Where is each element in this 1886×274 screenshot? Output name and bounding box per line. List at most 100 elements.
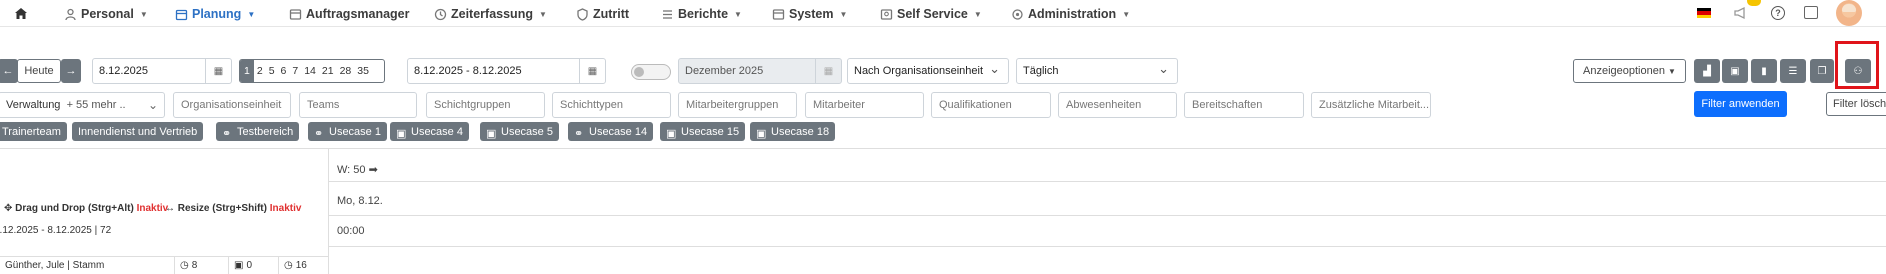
chevron-down-icon: ▼ — [973, 9, 982, 19]
nav-label: System — [789, 7, 834, 21]
calendar-icon[interactable]: ▦ — [579, 59, 605, 83]
filter-bereitschaften[interactable]: Bereitschaften — [1184, 92, 1304, 118]
copy-icon: ❐ — [1817, 65, 1827, 77]
filter-mitarbeitergruppen[interactable]: Mitarbeitergruppen — [678, 92, 797, 118]
tag-innendienst[interactable]: Innendienst und Vertrieb — [72, 122, 204, 141]
employee-hours: ◷ 8 — [175, 257, 229, 274]
more-label: + 55 mehr .. — [66, 99, 126, 111]
tag-label: Usecase 14 — [589, 125, 648, 138]
filter-abwesenheiten[interactable]: Abwesenheiten — [1058, 92, 1177, 118]
date-input[interactable]: 8.12.2025 ▦ — [92, 58, 232, 84]
chevron-down-icon: ▼ — [1122, 9, 1131, 19]
filter-organisationseinheit[interactable]: Organisationseinheit — [173, 92, 291, 118]
help-icon[interactable]: ? — [1771, 6, 1785, 20]
drag-state: Inaktiv — [136, 203, 169, 214]
employee-count: ▣ 0 — [229, 257, 279, 274]
resize-state: Inaktiv — [269, 203, 302, 214]
filter-qualifikationen[interactable]: Qualifikationen — [931, 92, 1051, 118]
filter-schichttypen[interactable]: Schichttypen — [552, 92, 671, 118]
nav-administration[interactable]: Administration ▼ — [1011, 6, 1130, 22]
display-options-button[interactable]: Anzeigeoptionen ▼ — [1573, 59, 1686, 83]
period-input[interactable]: 8.12.2025 - 8.12.2025 ▦ — [407, 58, 606, 84]
time-label: 00:00 — [337, 225, 365, 237]
hours-value: 8 — [191, 260, 198, 271]
today-button[interactable]: Heute — [17, 59, 61, 83]
employee-row[interactable]: Günther, Jule | Stamm ◷ 8 ▣ 0 ◷ 16 — [0, 256, 329, 274]
clear-filter-button[interactable]: Filter löschen — [1826, 92, 1886, 116]
people-icon: ⚭ — [574, 127, 584, 140]
chevron-down-icon: ▼ — [538, 9, 547, 19]
range-selector[interactable]: 1 2 5 6 7 14 21 28 35 — [239, 59, 385, 83]
range-option[interactable]: 5 — [266, 60, 278, 82]
nav-personal[interactable]: Personal ▼ — [64, 6, 148, 22]
drag-label: Drag und Drop (Strg+Alt) — [15, 203, 134, 214]
calendar-view-button[interactable]: ▣ — [1722, 59, 1748, 83]
drag-drop-hint[interactable]: ✥ Drag und Drop (Strg+Alt) Inaktiv — [4, 203, 168, 214]
period-value: 8.12.2025 - 8.12.2025 — [414, 65, 522, 77]
chart-button[interactable]: ▟ — [1694, 59, 1720, 83]
apply-filter-button[interactable]: Filter anwenden — [1694, 91, 1787, 117]
chat-icon[interactable] — [1804, 6, 1818, 19]
range-option[interactable]: 14 — [301, 60, 319, 82]
copy-button[interactable]: ❐ — [1810, 59, 1834, 83]
calendar-icon[interactable]: ▦ — [205, 59, 231, 83]
range-option[interactable]: 28 — [337, 60, 355, 82]
filter-teams[interactable]: Teams — [299, 92, 417, 118]
next-button[interactable]: → — [61, 59, 81, 83]
chevron-down-icon: ▼ — [139, 9, 148, 19]
tag-usecase-14[interactable]: ⚭ Usecase 14 — [568, 122, 654, 141]
nav-auftragsmanager[interactable]: Auftragsmanager — [289, 6, 410, 22]
calendar-icon: ▦ — [815, 59, 841, 83]
home-icon[interactable] — [14, 7, 28, 20]
week-label: W: 50 ➡ — [337, 163, 378, 176]
nav-label: Auftragsmanager — [306, 7, 410, 21]
nav-berichte[interactable]: Berichte ▼ — [661, 6, 742, 22]
tag-usecase-4[interactable]: ▣ Usecase 4 — [390, 122, 469, 141]
nav-system[interactable]: System ▼ — [772, 6, 847, 22]
range-option[interactable]: 6 — [278, 60, 290, 82]
month-toggle[interactable] — [631, 64, 671, 80]
planned-value: 16 — [295, 260, 307, 271]
week-header[interactable]: W: 50 ➡ — [329, 157, 1886, 182]
tag-usecase-15[interactable]: ▣ Usecase 15 — [660, 122, 746, 141]
range-option[interactable]: 7 — [289, 60, 301, 82]
range-option[interactable]: 21 — [319, 60, 337, 82]
list-view-button[interactable]: ☰ — [1780, 59, 1806, 83]
resize-hint[interactable]: ↔ Resize (Strg+Shift) Inaktiv — [165, 203, 301, 214]
verwaltung-filter[interactable]: Verwaltung + 55 mehr .. ⌄ — [0, 92, 165, 118]
nav-label: Administration — [1028, 7, 1117, 21]
calendar-icon: ▣ — [234, 260, 244, 271]
megaphone-icon[interactable] — [1733, 6, 1747, 20]
calendar-icon: ▣ — [486, 127, 497, 140]
tag-label: Usecase 18 — [771, 125, 830, 138]
tag-usecase-18[interactable]: ▣ Usecase 18 — [750, 122, 836, 141]
range-option[interactable]: 35 — [354, 60, 372, 82]
language-flag-icon[interactable] — [1697, 8, 1711, 18]
filter-schichtgruppen[interactable]: Schichtgruppen — [426, 92, 545, 118]
tag-label: Testbereich — [237, 125, 294, 138]
chevron-down-icon: ▼ — [734, 9, 742, 19]
time-header: 00:00 — [329, 216, 1886, 247]
tag-testbereich[interactable]: ⚭ Testbereich — [216, 122, 300, 141]
interval-select[interactable]: Täglich — [1016, 58, 1178, 84]
avatar[interactable] — [1836, 0, 1862, 26]
shield-icon — [577, 7, 588, 21]
tag-usecase-5[interactable]: ▣ Usecase 5 — [480, 122, 559, 141]
range-option[interactable]: 1 — [240, 60, 254, 82]
filter-zusaetzliche-mitarbeiter[interactable]: Zusätzliche Mitarbeit... — [1311, 92, 1431, 118]
nav-zeiterfassung[interactable]: Zeiterfassung ▼ — [434, 6, 547, 22]
tag-usecase-1[interactable]: ⚭ Usecase 1 — [308, 122, 387, 141]
nav-label: Zutritt — [593, 7, 630, 21]
people-icon — [65, 8, 76, 20]
nav-self-service[interactable]: Self Service ▼ — [880, 6, 982, 22]
range-option[interactable]: 2 — [254, 60, 266, 82]
employee-name: Günther, Jule | Stamm — [0, 257, 175, 274]
bookmark-button[interactable]: ▮ — [1751, 59, 1777, 83]
nav-zutritt[interactable]: Zutritt — [576, 6, 629, 22]
grouping-select[interactable]: Nach Organisationseinheit — [847, 58, 1009, 84]
nav-planung[interactable]: Planung ▼ — [175, 6, 255, 22]
filter-mitarbeiter[interactable]: Mitarbeiter — [805, 92, 924, 118]
count-value: 0 — [246, 260, 253, 271]
prev-button[interactable]: ← — [0, 59, 18, 83]
tag-trainerteam[interactable]: Trainerteam — [0, 122, 67, 141]
